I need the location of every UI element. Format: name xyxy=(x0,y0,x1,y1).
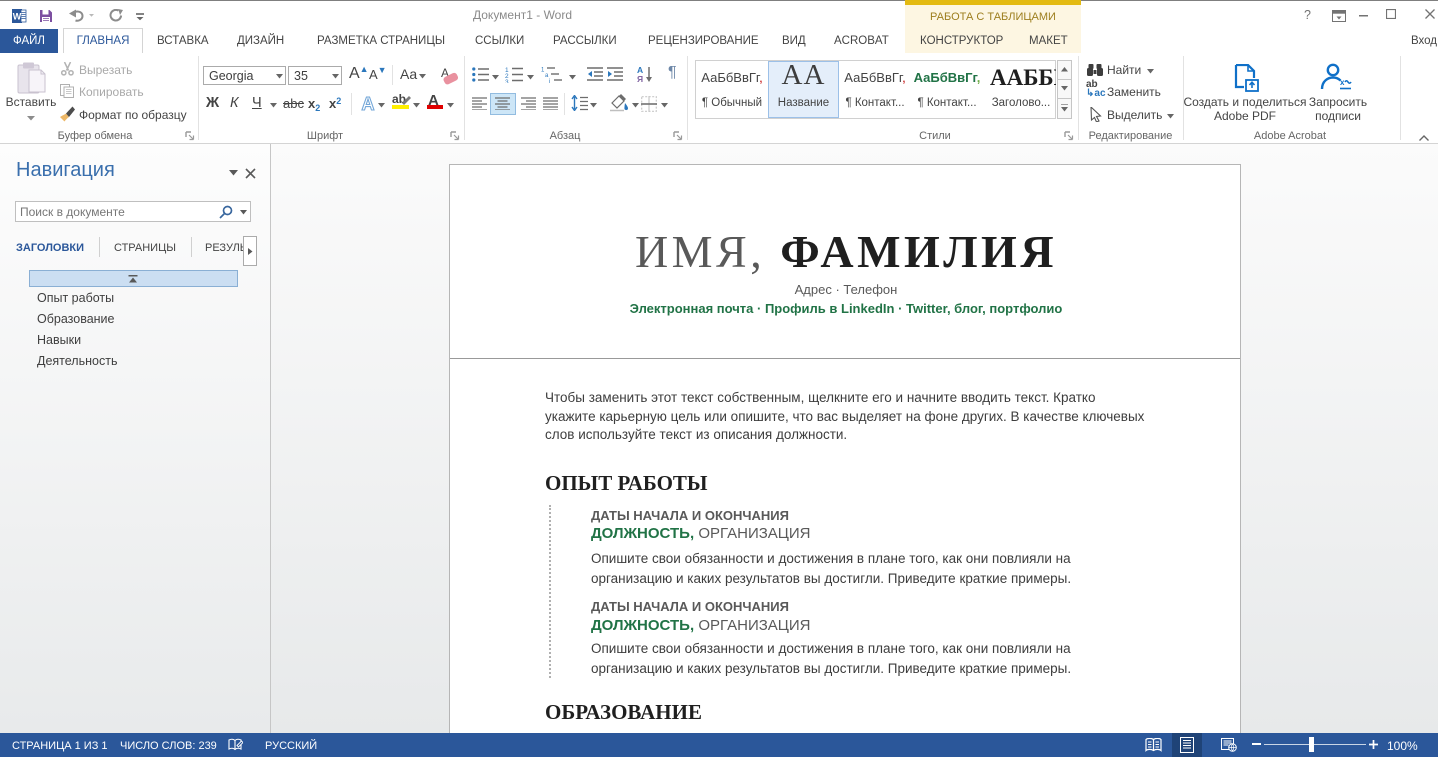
svg-text:3: 3 xyxy=(505,79,509,83)
svg-text:x: x xyxy=(1340,78,1345,87)
svg-text:Я: Я xyxy=(637,74,643,83)
svg-text:A: A xyxy=(362,94,375,114)
svg-text:i: i xyxy=(549,79,550,83)
svg-text:W: W xyxy=(13,12,22,22)
